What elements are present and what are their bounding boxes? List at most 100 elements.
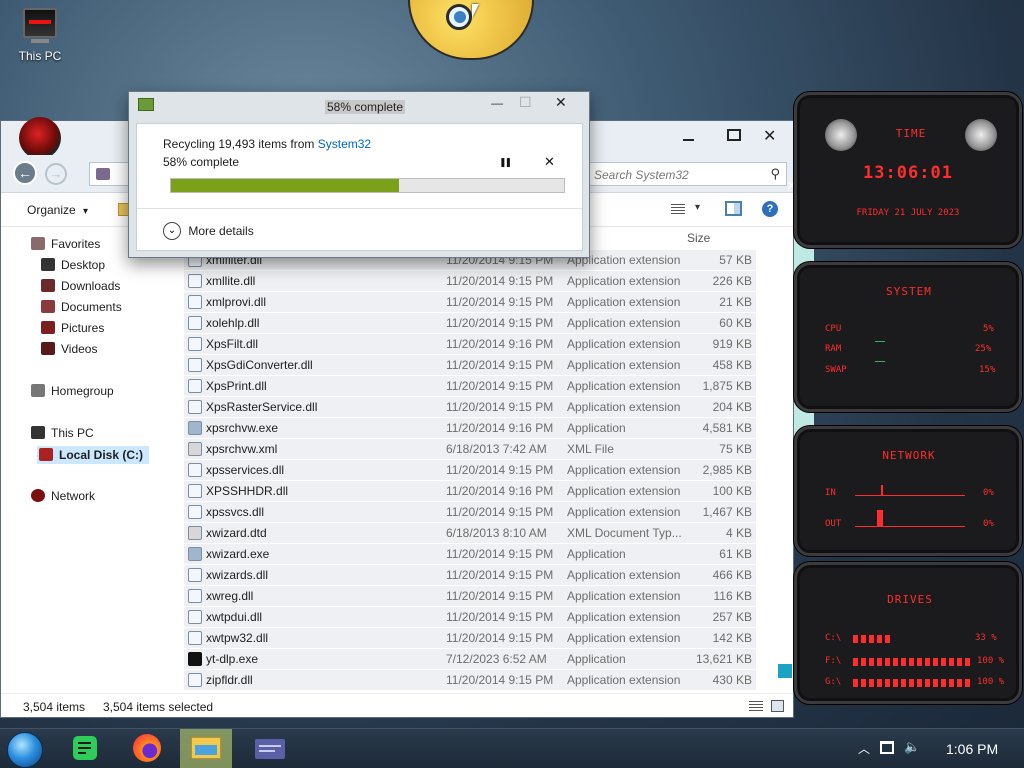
- file-icon: [188, 484, 202, 498]
- search-placeholder: Search System32: [594, 168, 689, 182]
- file-size: 13,621 KB: [695, 652, 752, 666]
- file-type: Application extension: [567, 337, 681, 351]
- start-button[interactable]: [0, 729, 52, 768]
- nav-network[interactable]: Network: [31, 489, 95, 503]
- file-row[interactable]: xmllite.dll 11/20/2014 9:15 PM Application…: [184, 270, 756, 291]
- search-box[interactable]: Search System32 ⚲: [587, 162, 787, 186]
- mascot-pupil: [454, 11, 466, 23]
- file-row[interactable]: xwreg.dll 11/20/2014 9:15 PM Application e…: [184, 585, 756, 606]
- tiles-view-icon[interactable]: [771, 700, 784, 712]
- file-name: xolehlp.dll: [206, 316, 260, 330]
- drive-c-value: 33 %: [975, 633, 997, 643]
- date-value: FRIDAY 21 JULY 2023: [856, 208, 960, 218]
- dialog-close-button[interactable]: ✕: [555, 94, 567, 111]
- file-icon: [188, 673, 202, 687]
- taskbar-file-explorer[interactable]: [180, 729, 232, 768]
- file-type: Application extension: [567, 589, 681, 603]
- view-dropdown-button[interactable]: ▾: [695, 202, 700, 213]
- taskbar-notes-app[interactable]: [60, 729, 112, 768]
- file-row[interactable]: xwizard.exe 11/20/2014 9:15 PM Application…: [184, 543, 756, 564]
- file-row[interactable]: xolehlp.dll 11/20/2014 9:15 PM Application…: [184, 312, 756, 333]
- swap-sparkline: [875, 361, 885, 362]
- file-name: xpsrchvw.xml: [206, 442, 278, 456]
- nav-desktop[interactable]: Desktop: [41, 258, 105, 272]
- file-size: 466 KB: [712, 568, 752, 582]
- file-type: Application extension: [567, 463, 681, 477]
- pause-button[interactable]: ❚❚: [499, 157, 512, 168]
- file-type: Application extension: [567, 505, 681, 519]
- organize-button[interactable]: Organize ▾: [27, 203, 88, 217]
- system-gadget[interactable]: SYSTEM CPU 5% RAM 25% SWAP 15%: [794, 262, 1022, 412]
- volume-tray-icon[interactable]: 🔈: [904, 739, 920, 755]
- dialog-maximize-button[interactable]: ☐: [519, 94, 532, 111]
- file-row[interactable]: xpsrchvw.xml 6/18/2013 7:42 AM XML File 75 …: [184, 438, 756, 459]
- file-row[interactable]: xpsrchvw.exe 11/20/2014 9:16 PM Applicatio…: [184, 417, 756, 438]
- swap-value: 15%: [979, 365, 996, 375]
- source-folder-link[interactable]: System32: [318, 137, 371, 151]
- taskbar-app-window[interactable]: [244, 729, 296, 768]
- file-date: 11/20/2014 9:15 PM: [446, 505, 554, 519]
- file-name: XpsRasterService.dll: [206, 400, 318, 414]
- maximize-button[interactable]: [727, 129, 741, 141]
- back-button[interactable]: ←: [13, 161, 37, 185]
- view-options-icon[interactable]: [671, 204, 685, 215]
- file-icon: [188, 442, 202, 456]
- file-row[interactable]: zipfldr.dll 11/20/2014 9:15 PM Application…: [184, 669, 756, 690]
- file-row[interactable]: XpsGdiConverter.dll 11/20/2014 9:15 PM App…: [184, 354, 756, 375]
- dialog-body: Recycling 19,493 items from System32 58%…: [136, 123, 583, 251]
- file-row[interactable]: xwizard.dtd 6/18/2013 8:10 AM XML Document…: [184, 522, 756, 543]
- close-button[interactable]: ✕: [763, 126, 776, 146]
- nav-pictures[interactable]: Pictures: [41, 321, 104, 335]
- drive-g-label: G:\: [825, 677, 842, 687]
- time-gadget[interactable]: TIME 13:06:01 FRIDAY 21 JULY 2023: [794, 92, 1022, 248]
- more-details-toggle[interactable]: ⌄ More details: [163, 222, 254, 240]
- nav-downloads[interactable]: Downloads: [41, 279, 120, 293]
- cancel-button[interactable]: ✕: [544, 154, 555, 170]
- file-row[interactable]: xpsservices.dll 11/20/2014 9:15 PM Applica…: [184, 459, 756, 480]
- file-row[interactable]: xwtpw32.dll 11/20/2014 9:15 PM Application…: [184, 627, 756, 648]
- preview-pane-icon[interactable]: [725, 201, 742, 216]
- tray-chevron-up-icon[interactable]: ︿: [858, 740, 870, 757]
- recycle-progress-dialog[interactable]: 58% complete — ☐ ✕ Recycling 19,493 item…: [128, 91, 590, 258]
- drives-gadget[interactable]: DRIVES C:\ 33 % F:\ 100 % G:\ 100 %: [794, 562, 1022, 704]
- file-row[interactable]: xwizards.dll 11/20/2014 9:15 PM Applicatio…: [184, 564, 756, 585]
- nav-favorites[interactable]: Favorites: [31, 237, 100, 251]
- file-row[interactable]: XpsRasterService.dll 11/20/2014 9:15 PM Ap…: [184, 396, 756, 417]
- file-type: Application extension: [567, 379, 681, 393]
- forward-button[interactable]: →: [45, 163, 67, 185]
- file-row[interactable]: XpsPrint.dll 11/20/2014 9:15 PM Applicatio…: [184, 375, 756, 396]
- file-row[interactable]: xpssvcs.dll 11/20/2014 9:15 PM Application…: [184, 501, 756, 522]
- column-header-size[interactable]: Size: [687, 231, 710, 245]
- file-type: Application extension: [567, 610, 681, 624]
- file-row[interactable]: xmlprovi.dll 11/20/2014 9:15 PM Applicatio…: [184, 291, 756, 312]
- teal-marker: [778, 664, 792, 678]
- file-row[interactable]: xwtpdui.dll 11/20/2014 9:15 PM Application…: [184, 606, 756, 627]
- network-gadget[interactable]: NETWORK IN 0% OUT 0%: [794, 426, 1022, 556]
- file-icon: [188, 337, 202, 351]
- chevron-down-icon: ▾: [83, 206, 89, 217]
- nav-homegroup[interactable]: Homegroup: [31, 384, 114, 398]
- file-type: Application: [567, 421, 626, 435]
- taskbar-firefox[interactable]: [122, 729, 174, 768]
- file-type: Application extension: [567, 400, 681, 414]
- nav-documents[interactable]: Documents: [41, 300, 122, 314]
- desktop-icon-this-pc[interactable]: This PC: [14, 8, 66, 63]
- mascot-image: [408, 0, 534, 60]
- file-type: Application extension: [567, 673, 681, 687]
- network-tray-icon[interactable]: [880, 741, 894, 754]
- file-row[interactable]: yt-dlp.exe 7/12/2023 6:52 AM Application 13…: [184, 648, 756, 669]
- help-icon[interactable]: ?: [762, 201, 778, 217]
- file-size: 919 KB: [712, 337, 752, 351]
- nav-videos[interactable]: Videos: [41, 342, 97, 356]
- taskbar-clock[interactable]: 1:06 PM: [946, 741, 998, 757]
- details-view-icon[interactable]: [749, 701, 763, 712]
- file-date: 11/20/2014 9:15 PM: [446, 379, 554, 393]
- minimize-button[interactable]: [679, 129, 699, 143]
- file-row[interactable]: XPSSHHDR.dll 11/20/2014 9:16 PM Applicatio…: [184, 480, 756, 501]
- dialog-minimize-button[interactable]: —: [491, 96, 503, 110]
- file-row[interactable]: XpsFilt.dll 11/20/2014 9:16 PM Application…: [184, 333, 756, 354]
- file-size: 226 KB: [712, 274, 752, 288]
- file-size: 4,581 KB: [702, 421, 752, 435]
- nav-local-disk[interactable]: Local Disk (C:): [37, 446, 150, 464]
- nav-this-pc[interactable]: This PC: [31, 426, 94, 440]
